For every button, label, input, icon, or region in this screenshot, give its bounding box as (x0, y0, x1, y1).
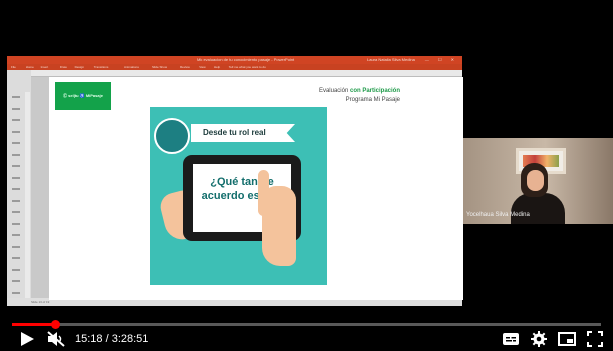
window-title: Mk evaluacion de tu conocimiento pasaje … (197, 57, 295, 62)
presenter-body (511, 193, 565, 224)
progress-scrubber[interactable] (51, 320, 61, 329)
slide-thumbnail[interactable] (12, 199, 20, 202)
banner-text: Desde tu rol real (203, 128, 266, 137)
presenter-face (527, 170, 544, 191)
evaluation-heading: Evaluación con Participación Programa Mi… (300, 87, 400, 105)
progress-played (12, 323, 56, 326)
vertical-ruler (25, 92, 30, 306)
slide-thumbnail[interactable] (12, 268, 20, 271)
slide-thumbnail[interactable] (12, 142, 20, 144)
muted-volume-icon[interactable] (47, 331, 65, 347)
slide-thumbnail[interactable] (12, 211, 20, 213)
slide-thumbnail[interactable] (12, 234, 20, 236)
slide-thumbnail[interactable] (12, 96, 20, 98)
pointing-finger (258, 170, 269, 216)
slide-thumbnail[interactable] (12, 107, 20, 110)
eval-prefix: Evaluación (318, 88, 350, 94)
program-name: Programa Mi Pasaje (345, 97, 400, 103)
subtitles-icon[interactable] (503, 333, 519, 345)
powerpoint-title-bar: Mk evaluacion de tu conocimiento pasaje … (7, 56, 462, 64)
circle-badge (154, 118, 190, 154)
time-display: 15:18 / 3:28:51 (75, 333, 149, 345)
mi-pasaje-logo: Ⓒ sel|tu ♿ MiPasaje (55, 82, 111, 110)
slide-thumbnail[interactable] (12, 176, 20, 179)
slide-thumbnail[interactable] (12, 153, 20, 156)
slide-thumbnail-pane (7, 70, 31, 306)
window-controls: — ☐ ✕ (424, 57, 458, 62)
signed-in-user: Laura Natalia Silva Medina (367, 57, 415, 62)
horizontal-ruler (31, 70, 462, 77)
slide-thumbnail[interactable] (12, 257, 20, 259)
thumbnail-list (9, 92, 23, 306)
slide-thumbnail[interactable] (12, 130, 20, 133)
progress-bar[interactable] (12, 323, 601, 326)
slide-thumbnail[interactable] (12, 291, 20, 294)
miniplayer-icon[interactable] (558, 332, 576, 346)
participant-name: Yocelhaua Silva Medina (466, 212, 530, 218)
slide-thumbnail[interactable] (12, 188, 20, 190)
slide-thumbnail[interactable] (12, 119, 20, 121)
slide-thumbnail[interactable] (12, 245, 20, 248)
slide-thumbnail[interactable] (12, 280, 20, 282)
eval-highlight: con Participación (349, 88, 400, 94)
fullscreen-icon[interactable] (587, 331, 603, 347)
slide-thumbnail[interactable] (12, 165, 20, 167)
play-icon[interactable] (20, 332, 34, 346)
slide-thumbnail[interactable] (12, 222, 20, 225)
settings-gear-icon[interactable] (531, 331, 547, 347)
slide-counter: Slide 13 of 19 (31, 300, 50, 304)
